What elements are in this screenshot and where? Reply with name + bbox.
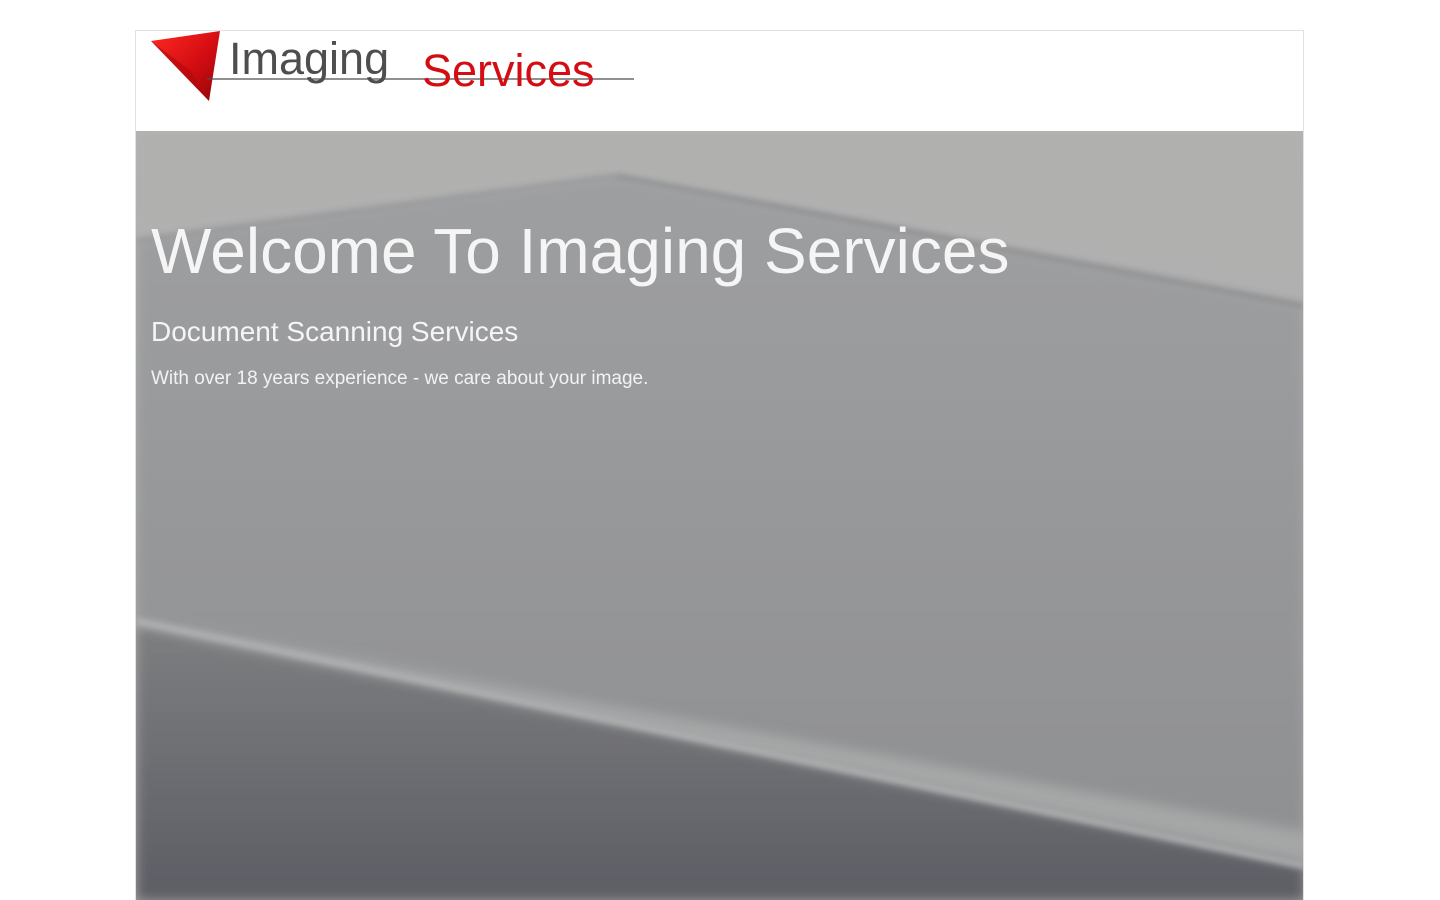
logo-text-imaging: Imaging	[229, 33, 390, 84]
logo-text-services: Services	[422, 45, 595, 96]
hero-subtitle: Document Scanning Services	[151, 316, 519, 347]
site-logo-link[interactable]: Imaging Services	[151, 31, 636, 103]
hero-banner: Welcome To Imaging Services Document Sca…	[136, 131, 1303, 900]
hero-tagline: With over 18 years experience - we care …	[151, 368, 649, 389]
hero-title: Welcome To Imaging Services	[151, 215, 1010, 287]
site-header: Imaging Services	[136, 31, 1303, 131]
hero-content: Welcome To Imaging Services Document Sca…	[151, 213, 1283, 391]
page-container: Imaging Services Welcome To Imaging Serv…	[135, 30, 1304, 900]
